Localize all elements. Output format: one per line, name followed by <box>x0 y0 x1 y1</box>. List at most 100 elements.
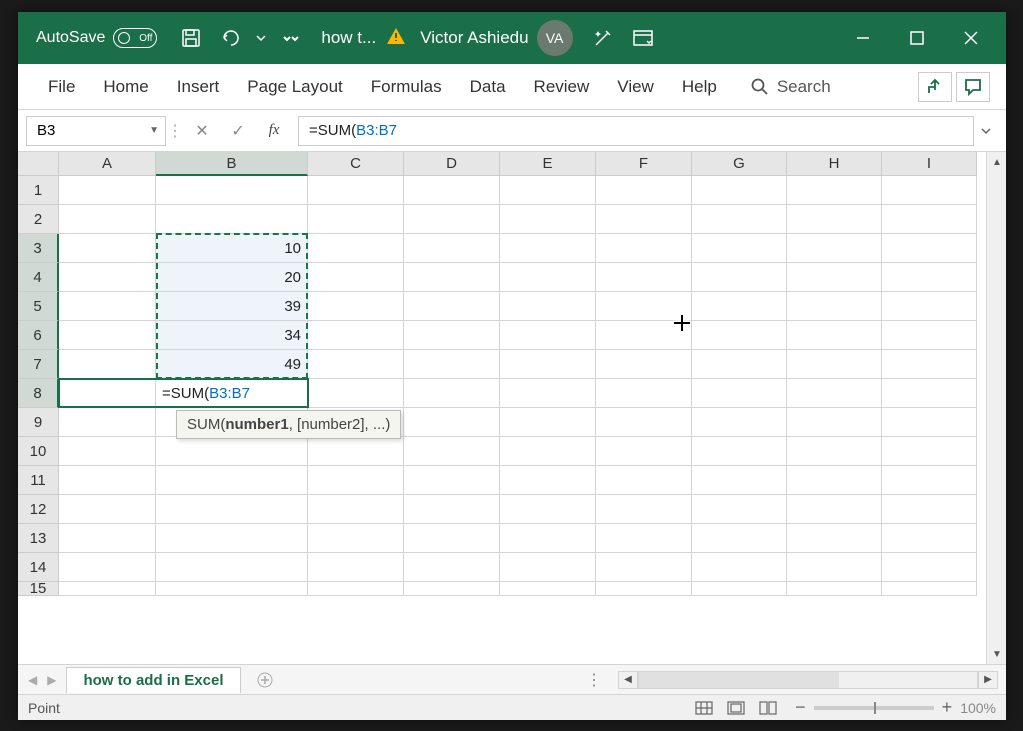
cell[interactable] <box>596 234 692 263</box>
cell[interactable] <box>500 437 596 466</box>
cell[interactable] <box>692 263 787 292</box>
cell[interactable] <box>59 292 156 321</box>
cell[interactable] <box>500 524 596 553</box>
cell[interactable] <box>882 321 977 350</box>
tab-file[interactable]: File <box>34 69 89 105</box>
column-header[interactable]: G <box>692 152 787 176</box>
row-header[interactable]: 14 <box>18 553 59 582</box>
cell[interactable] <box>308 466 404 495</box>
row-header[interactable]: 3 <box>18 234 59 263</box>
column-header[interactable]: A <box>59 152 156 176</box>
cell[interactable] <box>787 263 882 292</box>
minimize-button[interactable] <box>836 12 890 64</box>
cell[interactable] <box>404 292 500 321</box>
cell[interactable] <box>882 350 977 379</box>
cell[interactable] <box>59 524 156 553</box>
cell[interactable] <box>787 408 882 437</box>
cell[interactable] <box>692 350 787 379</box>
cell[interactable] <box>882 292 977 321</box>
cell[interactable] <box>404 321 500 350</box>
cell[interactable] <box>596 466 692 495</box>
cell[interactable] <box>787 321 882 350</box>
cell[interactable] <box>308 234 404 263</box>
row-header[interactable]: 7 <box>18 350 59 379</box>
column-header[interactable]: D <box>404 152 500 176</box>
cell[interactable] <box>404 437 500 466</box>
cell[interactable] <box>596 524 692 553</box>
cell[interactable] <box>787 292 882 321</box>
cell[interactable] <box>404 466 500 495</box>
cell[interactable] <box>59 437 156 466</box>
cell[interactable] <box>692 495 787 524</box>
autosave-control[interactable]: AutoSave Off <box>36 28 157 48</box>
cell[interactable] <box>500 466 596 495</box>
cell[interactable] <box>692 408 787 437</box>
cell[interactable]: 10 <box>156 234 308 263</box>
scroll-right-icon[interactable]: ▶ <box>978 671 998 689</box>
cell[interactable] <box>156 176 308 205</box>
row-header[interactable]: 8 <box>18 379 59 408</box>
tab-help[interactable]: Help <box>668 69 731 105</box>
cell[interactable] <box>596 176 692 205</box>
cell[interactable] <box>692 176 787 205</box>
cell[interactable] <box>596 495 692 524</box>
tab-home[interactable]: Home <box>89 69 162 105</box>
comments-button[interactable] <box>956 72 990 102</box>
column-header[interactable]: H <box>787 152 882 176</box>
cell[interactable] <box>308 495 404 524</box>
cell[interactable] <box>787 553 882 582</box>
cell[interactable] <box>787 379 882 408</box>
cell[interactable] <box>59 350 156 379</box>
cell[interactable] <box>59 553 156 582</box>
select-all-corner[interactable] <box>18 152 59 176</box>
cell[interactable] <box>596 582 692 596</box>
user-avatar[interactable]: VA <box>537 20 573 56</box>
cell[interactable] <box>692 321 787 350</box>
cell[interactable] <box>500 263 596 292</box>
search-button[interactable]: Search <box>751 77 831 97</box>
column-header[interactable]: B <box>156 152 308 176</box>
cell[interactable] <box>500 176 596 205</box>
cell[interactable] <box>596 437 692 466</box>
cell[interactable] <box>156 524 308 553</box>
cell[interactable] <box>500 350 596 379</box>
cell[interactable] <box>596 205 692 234</box>
cell[interactable] <box>59 495 156 524</box>
cell[interactable] <box>404 205 500 234</box>
cell[interactable] <box>882 379 977 408</box>
cell[interactable] <box>596 350 692 379</box>
cell[interactable] <box>308 263 404 292</box>
column-header[interactable]: F <box>596 152 692 176</box>
cell[interactable] <box>692 234 787 263</box>
cell[interactable] <box>59 263 156 292</box>
cell[interactable] <box>404 408 500 437</box>
maximize-button[interactable] <box>890 12 944 64</box>
cell[interactable] <box>156 466 308 495</box>
cell[interactable] <box>404 350 500 379</box>
cell[interactable] <box>692 292 787 321</box>
cell[interactable] <box>308 176 404 205</box>
cell[interactable]: 20 <box>156 263 308 292</box>
cell[interactable] <box>787 495 882 524</box>
cell[interactable] <box>787 466 882 495</box>
undo-icon[interactable] <box>211 12 251 64</box>
close-button[interactable] <box>944 12 998 64</box>
cell[interactable]: 39 <box>156 292 308 321</box>
zoom-in-button[interactable]: + <box>942 697 953 718</box>
cell[interactable] <box>882 234 977 263</box>
row-header[interactable]: 2 <box>18 205 59 234</box>
cell[interactable] <box>500 234 596 263</box>
cell[interactable] <box>882 408 977 437</box>
cell[interactable] <box>692 437 787 466</box>
prev-sheet-icon[interactable]: ◀ <box>28 673 37 687</box>
cell[interactable]: 34 <box>156 321 308 350</box>
sheet-options-icon[interactable]: ⋮ <box>578 670 610 690</box>
column-header[interactable]: C <box>308 152 404 176</box>
row-header[interactable]: 10 <box>18 437 59 466</box>
expand-formula-bar-icon[interactable] <box>974 116 998 146</box>
tab-formulas[interactable]: Formulas <box>357 69 456 105</box>
share-button[interactable] <box>918 72 952 102</box>
next-sheet-icon[interactable]: ▶ <box>47 673 56 687</box>
cancel-formula-button[interactable]: ✕ <box>184 116 220 146</box>
cell[interactable] <box>308 524 404 553</box>
